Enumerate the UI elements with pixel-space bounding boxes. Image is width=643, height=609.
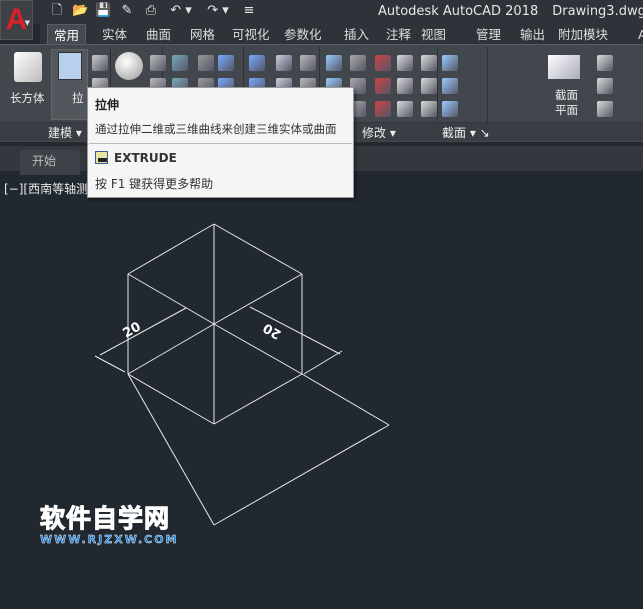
label: 截面 — [555, 88, 578, 102]
label: 平面 — [555, 103, 578, 117]
tool-icon[interactable] — [218, 55, 234, 71]
tab-11[interactable]: 附加模块 — [552, 24, 614, 45]
tab-0[interactable]: 常用 — [47, 24, 87, 45]
tooltip-command: EXTRUDE — [114, 151, 177, 165]
tool-icon[interactable] — [172, 55, 188, 71]
panel-label: 截面 — [442, 126, 467, 140]
cube-edge[interactable] — [127, 223, 215, 275]
panel-label: 建模 — [48, 126, 73, 140]
tool-icon[interactable] — [442, 101, 458, 117]
tab-2[interactable]: 曲面 — [140, 24, 177, 45]
cube-edge[interactable] — [213, 223, 303, 275]
tool-icon[interactable] — [276, 55, 292, 71]
extrude-icon — [58, 52, 82, 80]
tooltip-description: 通过拉伸二维或三维曲线来创建三维实体或曲面 — [95, 122, 337, 136]
extension-line[interactable] — [94, 355, 126, 373]
tool-icon[interactable] — [421, 55, 437, 71]
app-title: Autodesk AutoCAD 2018 — [378, 4, 539, 19]
profile-edge[interactable] — [213, 424, 390, 526]
chevron-down-icon: ▼ — [24, 19, 30, 27]
box-button[interactable]: 长方体 — [10, 90, 45, 106]
tooltip-title: 拉伸 — [95, 98, 120, 112]
box-icon[interactable] — [14, 52, 42, 82]
profile-edge[interactable] — [301, 373, 390, 426]
redo-icon[interactable]: ↷ ▾ — [205, 3, 231, 19]
tooltip-help: 按 F1 键获得更多帮助 — [95, 177, 214, 191]
plot-icon[interactable]: ⎙ — [143, 3, 159, 19]
tab-3[interactable]: 网格 — [184, 24, 221, 45]
tool-icon[interactable] — [326, 55, 342, 71]
panel-section[interactable]: 截面 ▾ ↘ — [442, 124, 490, 141]
cube-edge[interactable] — [213, 373, 303, 425]
tab-6[interactable]: 插入 — [338, 24, 375, 45]
tool-icon[interactable] — [442, 78, 458, 94]
tab-1[interactable]: 实体 — [96, 24, 133, 45]
tooltip: 拉伸 通过拉伸二维或三维曲线来创建三维实体或曲面 EXTRUDE 按 F1 键获… — [87, 87, 354, 198]
ribbon-tabs: 常用 实体 曲面 网格 可视化 参数化 插入 注释 视图 管理 输出 附加模块 A — [40, 24, 643, 45]
window-title: Autodesk AutoCAD 2018 Drawing3.dwg — [378, 4, 643, 19]
divider — [89, 143, 352, 144]
cube-edge[interactable] — [127, 373, 215, 425]
open-icon[interactable]: 📂 — [72, 3, 88, 19]
panel-modeling[interactable]: 建模 ▾ — [48, 124, 82, 141]
tab-7[interactable]: 注释 — [380, 24, 417, 45]
tool-icon[interactable] — [597, 101, 613, 117]
tool-icon[interactable] — [375, 78, 391, 94]
tool-icon[interactable] — [300, 55, 316, 71]
sphere-icon[interactable] — [115, 52, 143, 80]
tool-icon[interactable] — [150, 55, 166, 71]
tool-icon[interactable] — [375, 101, 391, 117]
tool-icon[interactable] — [421, 101, 437, 117]
tab-10[interactable]: 输出 — [514, 24, 551, 45]
tool-icon[interactable] — [597, 55, 613, 71]
application-menu-button[interactable]: A ▼ — [0, 0, 33, 40]
watermark-en: WWW.RJZXW.COM — [40, 533, 179, 546]
extrude-label: 拉 — [72, 91, 84, 105]
tool-icon[interactable] — [597, 78, 613, 94]
watermark-cn: 软件自学网 — [40, 504, 171, 533]
dimension-text[interactable]: 20 — [121, 319, 144, 341]
tool-icon[interactable] — [397, 55, 413, 71]
tool-icon[interactable] — [375, 55, 391, 71]
tool-icon[interactable] — [421, 78, 437, 94]
tool-icon[interactable] — [350, 55, 366, 71]
customize-icon[interactable]: ≡ — [236, 3, 262, 19]
save-icon[interactable]: 💾 — [95, 3, 111, 19]
panel-label: 修改 — [362, 126, 387, 140]
tool-icon[interactable] — [397, 101, 413, 117]
tab-9[interactable]: 管理 — [470, 24, 507, 45]
tool-icon[interactable] — [249, 55, 265, 71]
profile-edge[interactable] — [127, 373, 215, 526]
watermark: 软件自学网 WWW.RJZXW.COM — [40, 504, 179, 546]
tab-8[interactable]: 视图 — [415, 24, 452, 45]
tool-icon[interactable] — [397, 78, 413, 94]
tab-4[interactable]: 可视化 — [226, 24, 276, 45]
cube-edge[interactable] — [213, 323, 303, 375]
cube-edge[interactable] — [213, 273, 303, 325]
new-icon[interactable]: 🗋 — [49, 3, 65, 19]
tool-icon[interactable] — [92, 55, 108, 71]
command-icon — [95, 151, 108, 164]
section-plane-icon[interactable] — [548, 55, 580, 79]
tab-5[interactable]: 参数化 — [278, 24, 328, 45]
saveas-icon[interactable]: ✎ — [119, 3, 135, 19]
extension-line[interactable] — [303, 350, 343, 375]
panel-modify[interactable]: 修改 ▾ — [362, 124, 396, 141]
undo-icon[interactable]: ↶ ▾ — [168, 3, 194, 19]
document-name: Drawing3.dwg — [552, 4, 643, 19]
tool-icon[interactable] — [198, 55, 214, 71]
tool-icon[interactable] — [442, 55, 458, 71]
tab-12[interactable]: A — [632, 24, 643, 45]
section-plane-button[interactable]: 截面 平面 — [555, 88, 578, 118]
